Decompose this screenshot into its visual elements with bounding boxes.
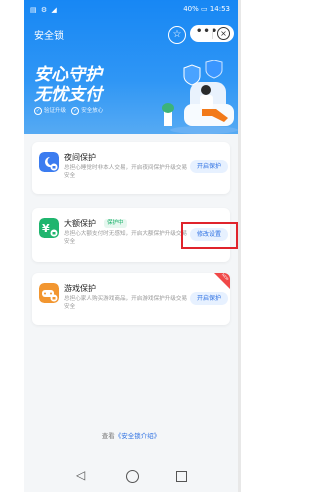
- feature-2: 安全放心: [81, 108, 104, 114]
- card-description: 总担心家人购买游戏商品，开启游戏保护升级交易安全: [64, 296, 188, 310]
- recent-apps-icon[interactable]: [176, 471, 187, 482]
- close-icon[interactable]: ×: [217, 27, 230, 40]
- moon-lock-icon: [39, 152, 59, 172]
- star-icon[interactable]: ☆: [168, 26, 186, 44]
- home-icon[interactable]: [126, 470, 139, 483]
- game-protection-card: NEW 游戏保护 总担心家人购买游戏商品，开启游戏保护升级交易安全 开启保护: [32, 273, 230, 325]
- title-bar: 安全锁 ☆ ••• ×: [24, 20, 238, 48]
- hero-slogan-line2: 无忧支付: [34, 85, 102, 105]
- hero-features: ✓ 验证升级 ✓ 安全放心: [34, 106, 103, 115]
- intro-prefix: 查看: [101, 432, 115, 440]
- check-icon: ✓: [71, 107, 80, 115]
- enable-night-protection-button[interactable]: 开启保护: [190, 160, 228, 173]
- intro-link[interactable]: 查看《安全锁介绍》: [24, 430, 238, 440]
- scroll-edge: [238, 0, 241, 492]
- hero-banner: ▤ ⚙ ◢ 40% ▭ 14:53 安全锁 ☆ ••• × 安心守护 无忧支付 …: [24, 0, 238, 134]
- highlight-box: [181, 222, 238, 249]
- svg-text:¥: ¥: [42, 222, 50, 235]
- more-icon[interactable]: •••: [196, 26, 218, 37]
- card-title: 大额保护: [64, 219, 96, 228]
- miniapp-capsule: ••• ×: [190, 25, 234, 42]
- capsule-divider: [212, 29, 213, 39]
- card-title: 游戏保护: [64, 284, 96, 293]
- enable-game-protection-button[interactable]: 开启保护: [190, 292, 228, 305]
- status-badge: 保护中: [104, 219, 127, 228]
- system-nav-bar: ◁: [24, 460, 238, 492]
- back-icon[interactable]: ◁: [76, 468, 85, 482]
- status-icons-right: 40% ▭ 14:53: [183, 5, 230, 13]
- card-title: 夜间保护: [64, 153, 96, 162]
- feature-1: 验证升级: [44, 108, 67, 114]
- status-bar: ▤ ⚙ ◢ 40% ▭ 14:53: [24, 0, 238, 20]
- yen-lock-icon: ¥: [39, 218, 59, 238]
- page-title: 安全锁: [34, 31, 64, 42]
- gamepad-lock-icon: [39, 283, 59, 303]
- hero-illustration: [162, 60, 238, 134]
- card-description: 总担心睡觉时非本人交易，开启夜间保护升级交易安全: [64, 165, 188, 179]
- check-icon: ✓: [34, 107, 42, 115]
- intro-link-text[interactable]: 《安全锁介绍》: [115, 432, 161, 440]
- card-description: 总担心大额支付时无感知，开启大额保护升级交易安全: [64, 231, 188, 245]
- status-icons-left: ▤ ⚙ ◢: [30, 6, 58, 14]
- night-protection-card: 夜间保护 总担心睡觉时非本人交易，开启夜间保护升级交易安全 开启保护: [32, 142, 230, 194]
